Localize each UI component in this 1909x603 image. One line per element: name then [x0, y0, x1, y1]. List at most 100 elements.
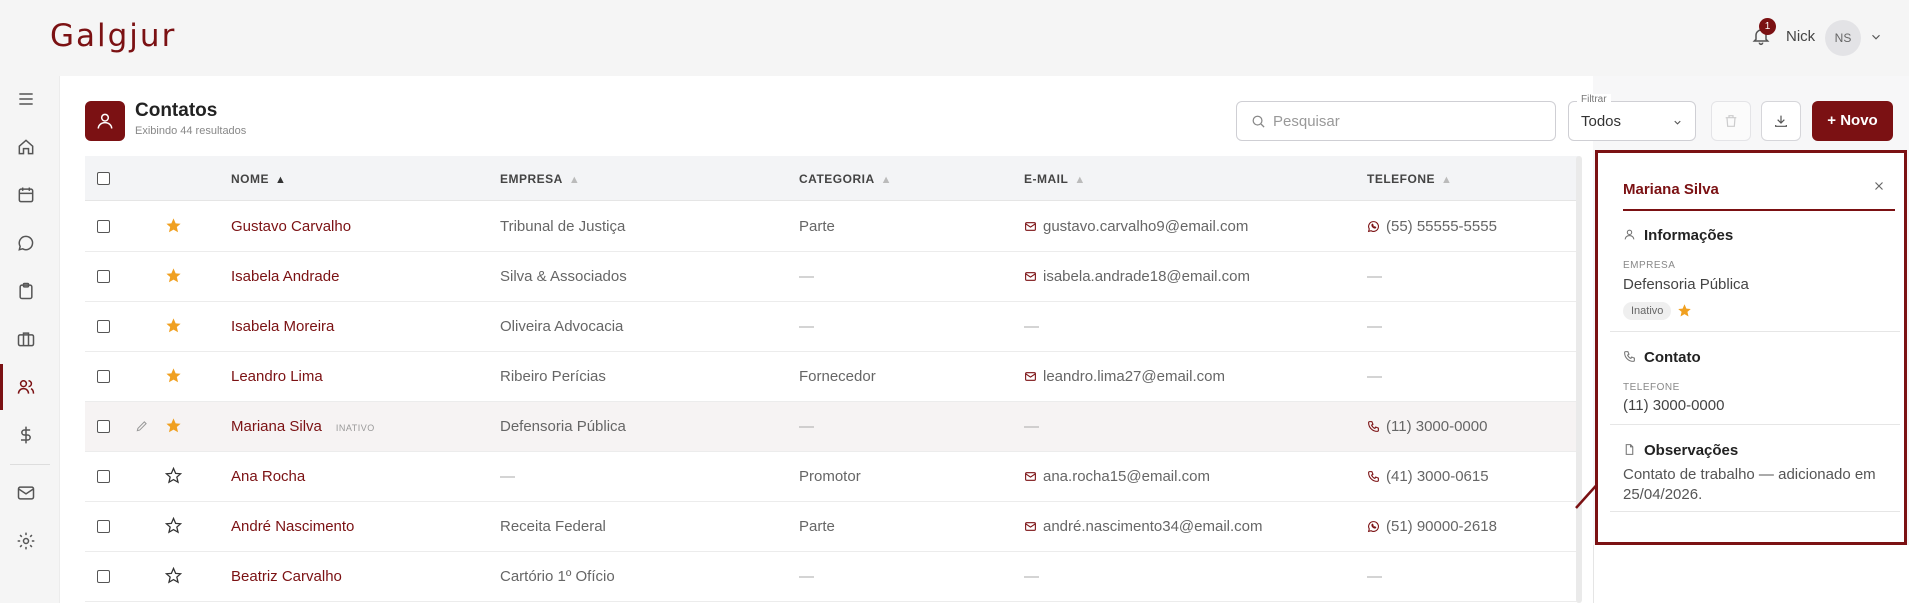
sidebar-item-users[interactable] — [12, 373, 40, 401]
contact-company: Defensoria Pública — [500, 418, 626, 435]
sidebar-item-home[interactable] — [12, 133, 40, 161]
contact-email[interactable]: ana.rocha15@email.com — [1024, 468, 1210, 485]
contact-name[interactable]: Isabela Moreira — [231, 318, 334, 335]
user-icon — [97, 113, 113, 129]
close-icon[interactable] — [1872, 179, 1886, 193]
table-row[interactable]: Leandro Lima Ribeiro Perícias Fornecedor… — [85, 352, 1578, 402]
table-row[interactable]: Gustavo Carvalho Tribunal de Justiça Par… — [85, 202, 1578, 252]
document-icon — [1625, 444, 1634, 455]
star-outline-icon[interactable] — [165, 467, 182, 484]
detail-title: Mariana Silva — [1623, 181, 1719, 198]
dollar-icon — [21, 426, 31, 444]
row-checkbox[interactable] — [97, 470, 110, 483]
contact-phone: — — [1367, 368, 1382, 385]
star-outline-icon[interactable] — [165, 567, 182, 584]
row-checkbox[interactable] — [97, 270, 110, 283]
contact-email[interactable]: leandro.lima27@email.com — [1024, 368, 1225, 385]
section-info-heading: Informações — [1623, 227, 1733, 244]
section-divider — [1610, 511, 1900, 512]
sidebar-item-settings[interactable] — [12, 527, 40, 555]
column-header-email[interactable]: E-MAIL ▲ — [1024, 172, 1086, 186]
contact-category: Fornecedor — [799, 368, 876, 385]
table-row[interactable]: André Nascimento Receita Federal Parte a… — [85, 502, 1578, 552]
star-filled-icon[interactable] — [1677, 303, 1692, 318]
column-header-phone[interactable]: TELEFONE ▲ — [1367, 172, 1452, 186]
table-row-selected[interactable]: Mariana Silva INATIVO Defensoria Pública … — [85, 402, 1578, 452]
table-row[interactable]: Isabela Andrade Silva & Associados — isa… — [85, 252, 1578, 302]
star-filled-icon[interactable] — [165, 267, 182, 284]
delete-button[interactable] — [1711, 101, 1751, 141]
row-checkbox[interactable] — [97, 570, 110, 583]
section-divider — [1610, 424, 1900, 425]
search-input[interactable] — [1273, 110, 1543, 132]
download-button[interactable] — [1761, 101, 1801, 141]
sidebar-item-chat[interactable] — [12, 229, 40, 257]
contact-name[interactable]: André Nascimento — [231, 518, 354, 535]
row-checkbox[interactable] — [97, 320, 110, 333]
table-row[interactable]: Isabela Moreira Oliveira Advocacia — — — — [85, 302, 1578, 352]
contact-category: — — [799, 318, 814, 335]
sidebar-item-clipboard[interactable] — [12, 277, 40, 305]
sort-up-icon: ▲ — [1441, 174, 1453, 186]
table-header: NOME ▲ EMPRESA ▲ CATEGORIA ▲ E-MAIL ▲ TELEFO… — [85, 156, 1578, 201]
row-checkbox[interactable] — [97, 420, 110, 433]
contact-phone[interactable]: (41) 3000-0615 — [1367, 468, 1489, 485]
chevron-down-icon[interactable] — [1869, 30, 1883, 44]
sidebar-item-calendar[interactable] — [12, 181, 40, 209]
contact-phone[interactable]: (51) 90000-2618 — [1367, 518, 1497, 535]
contact-name[interactable]: Gustavo Carvalho — [231, 218, 351, 235]
column-header-category[interactable]: CATEGORIA ▲ — [799, 172, 892, 186]
contact-category: — — [799, 418, 814, 435]
contact-email: — — [1024, 418, 1039, 435]
mail-icon — [1025, 222, 1036, 231]
star-filled-icon[interactable] — [165, 417, 182, 434]
contact-company: Cartório 1º Ofício — [500, 568, 615, 585]
notes-text: Contato de trabalho — adicionado em 25/0… — [1623, 466, 1876, 503]
mail-icon — [1025, 272, 1036, 281]
table-scrollbar[interactable] — [1576, 156, 1582, 603]
contact-phone[interactable]: (11) 3000-0000 — [1367, 418, 1487, 435]
sidebar-item-mail[interactable] — [12, 479, 40, 507]
star-outline-icon[interactable] — [165, 517, 182, 534]
table-row[interactable]: Ana Rocha — Promotor ana.rocha15@email.c… — [85, 452, 1578, 502]
contact-phone[interactable]: (55) 55555-5555 — [1367, 218, 1497, 235]
contact-category: — — [799, 568, 814, 585]
contact-phone: — — [1367, 268, 1382, 285]
sidebar-item-briefcase[interactable] — [12, 325, 40, 353]
contact-name[interactable]: Beatriz Carvalho — [231, 568, 342, 585]
star-filled-icon[interactable] — [165, 317, 182, 334]
filter-select[interactable]: Filtrar Todos — [1568, 94, 1696, 141]
avatar[interactable]: NS — [1825, 20, 1861, 56]
app-logo[interactable]: Galgjur — [50, 18, 176, 54]
contact-company: Tribunal de Justiça — [500, 218, 626, 235]
contact-email[interactable]: gustavo.carvalho9@email.com — [1024, 218, 1248, 235]
column-header-company[interactable]: EMPRESA ▲ — [500, 172, 580, 186]
row-checkbox[interactable] — [97, 220, 110, 233]
contact-name[interactable]: Isabela Andrade — [231, 268, 339, 285]
column-header-name[interactable]: NOME ▲ — [231, 172, 286, 186]
contact-name[interactable]: Leandro Lima — [231, 368, 323, 385]
sort-up-icon: ▲ — [568, 174, 581, 186]
sidebar-item-finance[interactable] — [12, 421, 40, 449]
contact-name[interactable]: Ana Rocha — [231, 468, 305, 485]
new-contact-button[interactable]: + Novo — [1812, 101, 1893, 141]
edit-icon[interactable] — [135, 419, 149, 433]
user-name[interactable]: Nick — [1786, 28, 1815, 45]
mail-icon — [17, 486, 35, 500]
select-all-checkbox[interactable] — [97, 172, 110, 185]
filter-label: Filtrar — [1577, 94, 1611, 105]
phone-icon — [1368, 471, 1379, 482]
contact-email[interactable]: andré.nascimento34@email.com — [1024, 518, 1263, 535]
table-row[interactable]: Beatriz Carvalho Cartório 1º Ofício — — … — [85, 552, 1578, 602]
row-checkbox[interactable] — [97, 370, 110, 383]
row-checkbox[interactable] — [97, 520, 110, 533]
calendar-icon — [18, 187, 34, 203]
search-box[interactable] — [1236, 101, 1556, 141]
sort-up-icon: ▲ — [880, 174, 892, 186]
star-filled-icon[interactable] — [165, 367, 182, 384]
contact-email[interactable]: isabela.andrade18@email.com — [1024, 268, 1250, 285]
contact-name[interactable]: Mariana Silva INATIVO — [231, 418, 375, 435]
star-filled-icon[interactable] — [165, 217, 182, 234]
main-content: Contatos Exibindo 44 resultados Filtrar … — [60, 76, 1893, 603]
sidebar-item-menu[interactable] — [12, 85, 40, 113]
